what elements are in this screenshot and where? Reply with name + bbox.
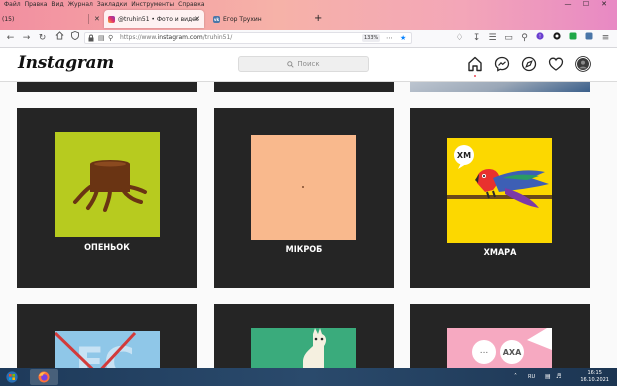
reload-icon[interactable]: ↻ bbox=[36, 31, 49, 46]
search-input[interactable]: Поиск bbox=[238, 56, 369, 72]
library-icon[interactable]: ☰ bbox=[486, 31, 499, 46]
tab-close-icon[interactable]: ✕ bbox=[94, 10, 100, 28]
extension-icon[interactable]: ! bbox=[533, 31, 546, 46]
maximize-button[interactable]: ☐ bbox=[577, 0, 595, 9]
url-text: https://www.instagram.com/truhin51/ bbox=[120, 32, 232, 44]
firefox-icon bbox=[38, 371, 50, 383]
post-caption: ХМАРА bbox=[483, 248, 517, 258]
hamburger-menu-icon[interactable]: ≡ bbox=[599, 31, 612, 46]
vk-favicon-icon: vk bbox=[213, 15, 220, 23]
tab-close-icon[interactable]: ✕ bbox=[194, 10, 200, 28]
menu-file[interactable]: Файл bbox=[4, 0, 21, 9]
bubble-dots: ... bbox=[480, 346, 489, 356]
post-art-bg bbox=[447, 328, 552, 368]
page-actions-icon[interactable]: ⋯ bbox=[386, 32, 393, 44]
tray-clock[interactable]: 16:15 16.10.2021 bbox=[580, 370, 609, 384]
nav-toolbar: ← → ↻ ▤ ⚲ https://www.instagram.com/truh… bbox=[0, 30, 617, 48]
post-tile-partial[interactable] bbox=[410, 82, 590, 92]
browser-titlebar: Файл Правка Вид Журнал Закладки Инструме… bbox=[0, 0, 617, 30]
menu-help[interactable]: Справка bbox=[178, 0, 204, 9]
close-window-button[interactable]: ✕ bbox=[595, 0, 613, 9]
microbe-illustration bbox=[251, 135, 356, 240]
tab-label: @truhin51 • Фото и видео в Ins bbox=[118, 15, 198, 23]
post-tile[interactable] bbox=[214, 304, 394, 368]
post-caption: ОПЕНЬОК bbox=[84, 243, 130, 253]
permissions-icon[interactable]: ▤ bbox=[98, 32, 105, 44]
menu-bookmarks[interactable]: Закладки bbox=[97, 0, 127, 9]
post-tile-partial[interactable] bbox=[17, 82, 197, 92]
extension-icon[interactable] bbox=[566, 31, 579, 46]
search-icon bbox=[287, 60, 295, 68]
menu-edit[interactable]: Правка bbox=[25, 0, 48, 9]
tab-previous[interactable]: (15) bbox=[2, 10, 24, 28]
menu-tools[interactable]: Инструменты bbox=[131, 0, 174, 9]
vk-extension-icon[interactable] bbox=[582, 31, 595, 46]
downloads-icon[interactable]: ↧ bbox=[470, 31, 483, 46]
pocket-icon[interactable]: ♢ bbox=[453, 31, 466, 46]
instagram-header: Instagram Поиск bbox=[0, 48, 617, 82]
keyboard-language[interactable]: RU bbox=[528, 368, 535, 386]
tab-divider bbox=[88, 14, 89, 24]
svg-text:!: ! bbox=[538, 34, 540, 40]
home-icon[interactable] bbox=[467, 56, 483, 72]
menu-history[interactable]: Журнал bbox=[68, 0, 93, 9]
heart-icon[interactable] bbox=[548, 56, 564, 72]
url-host: instagram.com bbox=[157, 34, 203, 41]
instagram-logo[interactable]: Instagram bbox=[18, 53, 114, 73]
letters-illustration: EC bbox=[55, 331, 160, 368]
tab-instagram[interactable]: @truhin51 • Фото и видео в Ins ✕ bbox=[104, 10, 204, 28]
url-bar[interactable]: ▤ ⚲ https://www.instagram.com/truhin51/ … bbox=[84, 32, 412, 44]
clock-date: 16.10.2021 bbox=[580, 377, 609, 383]
url-prefix: https://www. bbox=[120, 34, 158, 41]
speech-bubble-text: ХМ bbox=[457, 151, 471, 160]
post-tile[interactable]: ХМ ХМАРА bbox=[410, 108, 590, 288]
tray-arrow-icon[interactable]: ˄ bbox=[514, 368, 517, 386]
volume-icon[interactable]: ♬ bbox=[556, 368, 561, 386]
clock-time: 16:15 bbox=[587, 370, 602, 376]
notification-dot bbox=[474, 75, 476, 77]
post-caption: МІКРОБ bbox=[285, 245, 323, 255]
search-zoom-icon[interactable]: ⚲ bbox=[518, 31, 531, 46]
bubble-text: АХА bbox=[503, 348, 522, 357]
menu-bar: Файл Правка Вид Журнал Закладки Инструме… bbox=[0, 0, 205, 9]
window-controls: — ☐ ✕ bbox=[559, 0, 613, 9]
instagram-favicon-icon bbox=[108, 15, 115, 23]
synced-tabs-icon[interactable]: ▭ bbox=[502, 31, 515, 46]
start-button-icon[interactable] bbox=[6, 371, 18, 383]
chat-bubbles-illustration: ... АХА bbox=[447, 328, 552, 368]
pin-icon[interactable]: ⚲ bbox=[108, 32, 113, 44]
post-tile-partial[interactable] bbox=[214, 82, 394, 92]
post-tile[interactable]: ... АХА bbox=[410, 304, 590, 368]
taskbar-firefox-button[interactable] bbox=[30, 369, 58, 385]
forward-arrow-icon[interactable]: → bbox=[20, 31, 33, 46]
search-placeholder: Поиск bbox=[297, 60, 320, 68]
taskbar: ˄ RU ▤ ♬ 16:15 16.10.2021 bbox=[0, 368, 617, 386]
zoom-indicator[interactable]: 133% bbox=[362, 34, 381, 42]
new-tab-button[interactable]: + bbox=[314, 11, 322, 27]
post-tile[interactable]: МІКРОБ bbox=[214, 108, 394, 288]
post-tile[interactable]: EC bbox=[17, 304, 197, 368]
stump-illustration bbox=[55, 132, 160, 237]
parrot-illustration: ХМ bbox=[447, 138, 552, 243]
home-button-icon[interactable] bbox=[53, 31, 66, 46]
tab-label: (15) bbox=[2, 15, 15, 23]
shield-icon[interactable] bbox=[68, 31, 81, 46]
lock-icon[interactable] bbox=[88, 32, 94, 46]
url-path: /truhin51/ bbox=[202, 34, 233, 41]
posts-grid: ОПЕНЬОК МІКРОБ ХМ ХМАРА EC ... АХА bbox=[0, 82, 617, 368]
tab-label: Егор Трухин bbox=[223, 15, 262, 23]
minimize-button[interactable]: — bbox=[559, 0, 577, 9]
post-tile[interactable]: ОПЕНЬОК bbox=[17, 108, 197, 288]
llama-illustration bbox=[251, 328, 356, 368]
messenger-icon[interactable] bbox=[494, 56, 510, 72]
profile-avatar[interactable] bbox=[575, 56, 591, 72]
tab-vk[interactable]: vk Егор Трухин bbox=[210, 10, 305, 28]
extension-icon[interactable] bbox=[550, 31, 563, 46]
network-icon[interactable]: ▤ bbox=[545, 368, 551, 386]
back-arrow-icon[interactable]: ← bbox=[4, 31, 17, 46]
bookmark-star-icon[interactable]: ★ bbox=[400, 32, 406, 44]
menu-view[interactable]: Вид bbox=[51, 0, 63, 9]
explore-compass-icon[interactable] bbox=[521, 56, 537, 72]
